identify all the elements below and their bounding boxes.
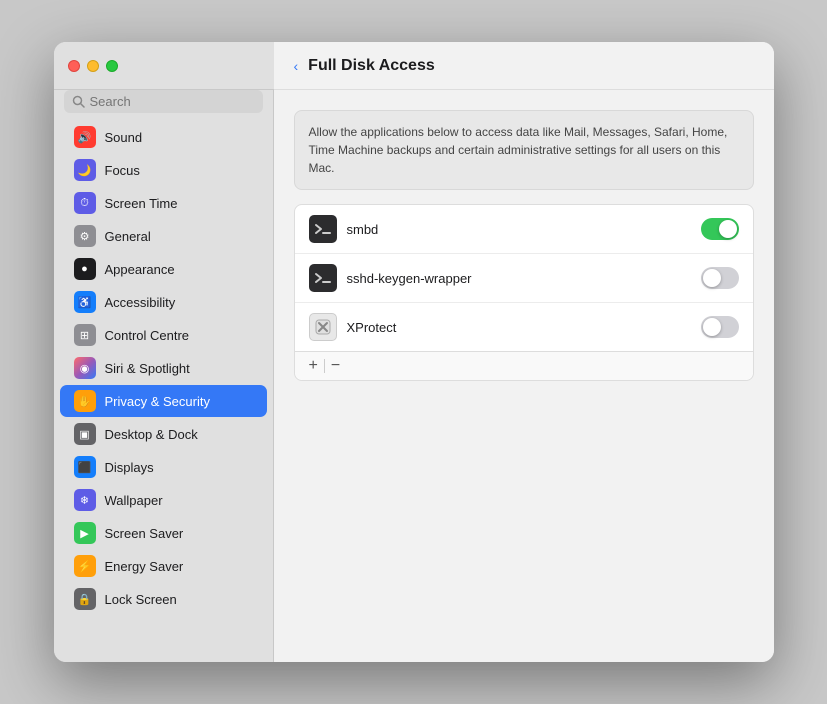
sidebar-item-accessibility[interactable]: ♿ Accessibility [60,286,267,318]
sidebar-item-wallpaper[interactable]: ❄ Wallpaper [60,484,267,516]
sidebar-item-general[interactable]: ⚙ General [60,220,267,252]
sidebar-item-label-energy-saver: Energy Saver [105,559,184,574]
app-name-0: smbd [347,222,691,237]
add-remove-bar: + − [295,351,753,380]
close-button[interactable] [68,60,80,72]
sidebar-item-label-accessibility: Accessibility [105,295,176,310]
main-content: ‹ Full Disk Access Allow the application… [274,42,774,662]
screen-saver-icon: ▶ [74,522,96,544]
lock-screen-icon: 🔒 [74,588,96,610]
app-icon-2 [309,313,337,341]
sidebar-item-label-screen-time: Screen Time [105,196,178,211]
sidebar-item-appearance[interactable]: ● Appearance [60,253,267,285]
sound-icon: 🔊 [74,126,96,148]
remove-app-button[interactable]: − [327,356,344,376]
app-row-0: smbd [295,205,753,254]
minimize-button[interactable] [87,60,99,72]
terminal-icon [314,271,332,285]
sidebar-item-label-screen-saver: Screen Saver [105,526,184,541]
focus-icon: 🌙 [74,159,96,181]
description-text: Allow the applications below to access d… [309,125,728,175]
app-row-1: sshd-keygen-wrapper [295,254,753,303]
privacy-security-icon: ✋ [74,390,96,412]
sidebar-items-container: 🔊 Sound 🌙 Focus ⏱ Screen Time ⚙ General ● Appeara… [54,121,273,616]
app-icon-1 [309,264,337,292]
search-box[interactable] [64,90,263,113]
app-icon-0 [309,215,337,243]
sidebar-item-label-privacy-security: Privacy & Security [105,394,210,409]
control-centre-icon: ⊞ [74,324,96,346]
maximize-button[interactable] [106,60,118,72]
wallpaper-icon: ❄ [74,489,96,511]
main-window: 🔊 Sound 🌙 Focus ⏱ Screen Time ⚙ General ● Appeara… [54,42,774,662]
sidebar: 🔊 Sound 🌙 Focus ⏱ Screen Time ⚙ General ● Appeara… [54,42,274,662]
add-app-button[interactable]: + [305,356,322,376]
apps-list: smbd sshd-keygen-wrapper XProtect + − [294,204,754,381]
sidebar-item-label-lock-screen: Lock Screen [105,592,177,607]
sidebar-item-screen-time[interactable]: ⏱ Screen Time [60,187,267,219]
sidebar-item-privacy-security[interactable]: ✋ Privacy & Security [60,385,267,417]
sidebar-item-label-desktop-dock: Desktop & Dock [105,427,198,442]
sidebar-item-desktop-dock[interactable]: ▣ Desktop & Dock [60,418,267,450]
sidebar-item-label-appearance: Appearance [105,262,175,277]
screen-time-icon: ⏱ [74,192,96,214]
app-name-1: sshd-keygen-wrapper [347,271,691,286]
app-name-2: XProtect [347,320,691,335]
general-icon: ⚙ [74,225,96,247]
separator [324,359,325,373]
description-box: Allow the applications below to access d… [294,110,754,190]
displays-icon: ⬛ [74,456,96,478]
search-icon [72,95,85,108]
desktop-dock-icon: ▣ [74,423,96,445]
sidebar-item-displays[interactable]: ⬛ Displays [60,451,267,483]
appearance-icon: ● [74,258,96,280]
sidebar-item-sound[interactable]: 🔊 Sound [60,121,267,153]
sidebar-item-siri-spotlight[interactable]: ◉ Siri & Spotlight [60,352,267,384]
titlebar [54,42,274,90]
xprotect-icon [315,319,331,335]
main-titlebar: ‹ Full Disk Access [274,42,774,90]
sidebar-item-label-focus: Focus [105,163,140,178]
search-input[interactable] [90,94,255,109]
app-row-2: XProtect [295,303,753,351]
app-toggle-1[interactable] [701,267,739,289]
accessibility-icon: ♿ [74,291,96,313]
sidebar-item-label-control-centre: Control Centre [105,328,190,343]
content-area: Allow the applications below to access d… [274,90,774,662]
sidebar-item-energy-saver[interactable]: ⚡ Energy Saver [60,550,267,582]
sidebar-item-label-general: General [105,229,151,244]
page-title: Full Disk Access [308,57,435,75]
siri-spotlight-icon: ◉ [74,357,96,379]
back-chevron-icon: ‹ [294,58,299,74]
terminal-icon [314,222,332,236]
app-rows-container: smbd sshd-keygen-wrapper XProtect [295,205,753,351]
sidebar-item-label-siri-spotlight: Siri & Spotlight [105,361,190,376]
sidebar-item-label-wallpaper: Wallpaper [105,493,163,508]
app-toggle-2[interactable] [701,316,739,338]
sidebar-item-lock-screen[interactable]: 🔒 Lock Screen [60,583,267,615]
back-button[interactable]: ‹ [294,58,299,74]
energy-saver-icon: ⚡ [74,555,96,577]
sidebar-item-control-centre[interactable]: ⊞ Control Centre [60,319,267,351]
sidebar-item-screen-saver[interactable]: ▶ Screen Saver [60,517,267,549]
app-toggle-0[interactable] [701,218,739,240]
sidebar-item-focus[interactable]: 🌙 Focus [60,154,267,186]
sidebar-item-label-displays: Displays [105,460,154,475]
sidebar-item-label-sound: Sound [105,130,143,145]
